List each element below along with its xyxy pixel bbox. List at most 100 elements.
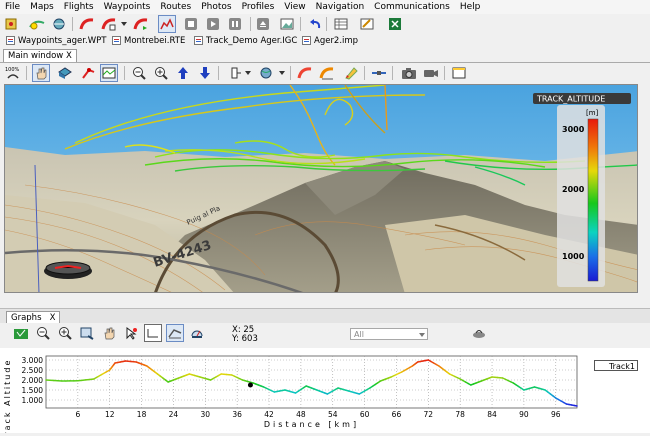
- dropdown-arrow-icon[interactable]: [120, 15, 128, 33]
- x-tick-label: 12: [105, 410, 115, 419]
- table-edit-icon[interactable]: [358, 15, 376, 33]
- pause-icon[interactable]: [226, 15, 244, 33]
- track-color-icon[interactable]: [296, 64, 314, 82]
- track-select-dropdown[interactable]: All: [350, 328, 428, 340]
- video-camera-icon[interactable]: [422, 64, 440, 82]
- menu-item[interactable]: Routes: [155, 0, 196, 14]
- undo-icon[interactable]: [306, 15, 324, 33]
- graph-fit-icon[interactable]: [78, 324, 96, 342]
- file-tab[interactable]: Ager2.imp: [302, 34, 358, 47]
- zoom-in-icon[interactable]: [152, 64, 170, 82]
- track-replay-icon[interactable]: [132, 15, 150, 33]
- image-icon[interactable]: [278, 15, 296, 33]
- arrow-down-icon[interactable]: [196, 64, 214, 82]
- menu-item[interactable]: Communications: [369, 0, 455, 14]
- zoom-100-icon[interactable]: 100%: [4, 64, 22, 82]
- menu-item[interactable]: Profiles: [237, 0, 280, 14]
- waypoint-tool-icon[interactable]: [2, 15, 20, 33]
- legend-tick: 2000: [562, 185, 585, 194]
- open-flight-icon[interactable]: [28, 15, 46, 33]
- file-tab[interactable]: Track_Demo Ager.IGC: [194, 34, 297, 47]
- track-list-icon[interactable]: [100, 15, 118, 33]
- zoom-out-icon[interactable]: [130, 64, 148, 82]
- flight-tool-icon[interactable]: [50, 15, 68, 33]
- x-tick-label: 48: [296, 410, 306, 419]
- map-3d-view[interactable]: BV-4243 Puig al Pla TRAC: [4, 84, 638, 293]
- x-tick-label: 72: [424, 410, 434, 419]
- file-tab[interactable]: Waypoints_ager.WPT: [6, 34, 106, 47]
- coord-y: Y: 603: [232, 335, 258, 344]
- rotate-3d-icon[interactable]: [56, 64, 74, 82]
- track-legend-button[interactable]: Track1: [594, 360, 638, 371]
- globe-settings-icon[interactable]: [258, 64, 276, 82]
- vertical-exaggeration-icon[interactable]: [226, 64, 244, 82]
- x-tick-label: 24: [169, 410, 179, 419]
- file-icon: [194, 36, 203, 45]
- track-red-icon[interactable]: [78, 15, 96, 33]
- graph-cursor-icon[interactable]: [122, 324, 140, 342]
- satellite-icon[interactable]: [370, 64, 388, 82]
- x-tick-label: 54: [328, 410, 338, 419]
- file-icon: [302, 36, 311, 45]
- eject-icon[interactable]: [254, 15, 272, 33]
- cursor-coordinates: X: 25 Y: 603: [232, 326, 258, 344]
- file-icon: [112, 36, 121, 45]
- y-tick-label: 1.000: [22, 396, 44, 405]
- dropdown-arrow-icon[interactable]: [244, 64, 252, 82]
- close-graphs-tab-icon[interactable]: X: [50, 313, 56, 323]
- tab-main-window[interactable]: Main window X: [3, 49, 77, 63]
- graph-zoom-out-icon[interactable]: [34, 324, 52, 342]
- altitude-chart[interactable]: 3.0002.5002.0001.5001.000612182430364248…: [0, 348, 650, 433]
- legend-tick: 3000: [562, 125, 585, 134]
- tab-graphs-label: Graphs: [11, 313, 42, 323]
- draw-track-icon[interactable]: [80, 64, 98, 82]
- arrow-up-icon[interactable]: [174, 64, 192, 82]
- graph-mode-area-icon[interactable]: [166, 324, 184, 342]
- menu-item[interactable]: Flights: [59, 0, 99, 14]
- graph-toolbar: [0, 323, 650, 345]
- y-tick-label: 1.500: [22, 386, 44, 395]
- table-icon[interactable]: [332, 15, 350, 33]
- x-tick-label: 66: [392, 410, 402, 419]
- camera-icon[interactable]: [400, 64, 418, 82]
- play-icon[interactable]: [204, 15, 222, 33]
- graph-zoom-in-icon[interactable]: [56, 324, 74, 342]
- file-icon: [6, 36, 15, 45]
- window-icon[interactable]: [450, 64, 468, 82]
- menu-item[interactable]: File: [0, 0, 25, 14]
- stop-icon[interactable]: [182, 15, 200, 33]
- menu-item[interactable]: Help: [455, 0, 486, 14]
- compass-icon[interactable]: [44, 262, 92, 279]
- graph-speedometer-icon[interactable]: [188, 324, 206, 342]
- file-tab[interactable]: Montrebei.RTE: [112, 34, 185, 47]
- altitude-profile-icon[interactable]: [158, 15, 176, 33]
- x-tick-label: 36: [232, 410, 242, 419]
- x-tick-label: 6: [75, 410, 80, 419]
- profile-line-segment: [574, 406, 577, 407]
- menu-item[interactable]: Maps: [25, 0, 59, 14]
- dropdown-arrow-icon[interactable]: [278, 64, 286, 82]
- close-main-tab-icon[interactable]: X: [66, 51, 72, 61]
- y-axis-label: Track Altitude: [3, 359, 12, 433]
- excel-export-icon[interactable]: [386, 15, 404, 33]
- x-tick-label: 42: [264, 410, 274, 419]
- dropdown-value: All: [354, 330, 364, 339]
- graph-pan-icon[interactable]: [100, 324, 118, 342]
- menu-item[interactable]: Photos: [196, 0, 236, 14]
- edit-track-icon[interactable]: [342, 64, 360, 82]
- track-style-icon[interactable]: [318, 64, 336, 82]
- pan-hand-icon[interactable]: [32, 64, 50, 82]
- track-legend-label: Track1: [609, 362, 635, 371]
- graph-mode-line-icon[interactable]: [144, 324, 162, 342]
- menu-item[interactable]: Waypoints: [99, 0, 156, 14]
- file-tab-label: Montrebei.RTE: [124, 36, 185, 46]
- map-layer-icon[interactable]: [100, 64, 118, 82]
- menu-item[interactable]: Navigation: [311, 0, 370, 14]
- graph-export-icon[interactable]: [12, 324, 30, 342]
- x-tick-label: 78: [455, 410, 465, 419]
- map-3d-scene[interactable]: BV-4243 Puig al Pla TRAC: [5, 85, 638, 293]
- y-tick-label: 3.000: [22, 356, 44, 365]
- menu-item[interactable]: View: [279, 0, 310, 14]
- svg-text:100%: 100%: [5, 67, 20, 73]
- graph-settings-icon[interactable]: [470, 324, 488, 342]
